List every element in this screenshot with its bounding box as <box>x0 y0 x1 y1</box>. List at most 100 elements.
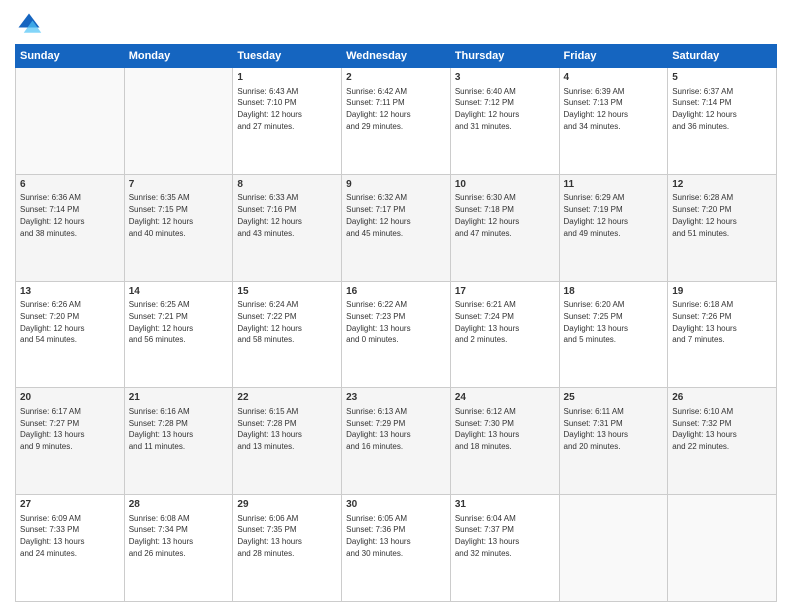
calendar-cell: 13Sunrise: 6:26 AM Sunset: 7:20 PM Dayli… <box>16 281 125 388</box>
calendar-table: SundayMondayTuesdayWednesdayThursdayFrid… <box>15 44 777 602</box>
day-number: 15 <box>237 285 337 299</box>
day-info: Sunrise: 6:16 AM Sunset: 7:28 PM Dayligh… <box>129 407 193 451</box>
header <box>15 10 777 38</box>
calendar-cell <box>16 68 125 175</box>
calendar-cell: 28 Sunrise: 6:08 AM Sunset: 7:34 PM Dayli… <box>124 495 233 602</box>
day-info: Sunrise: 6:13 AM Sunset: 7:29 PM Dayligh… <box>346 407 410 451</box>
day-number: 4 <box>564 71 664 85</box>
calendar-cell: 29Sunrise: 6:06 AM Sunset: 7:35 PM Dayli… <box>233 495 342 602</box>
day-info: Sunrise: 6:21 AM Sunset: 7:24 PM Dayligh… <box>455 300 519 344</box>
day-info: Sunrise: 6:06 AM Sunset: 7:35 PM Dayligh… <box>237 514 301 558</box>
day-number: 10 <box>455 178 555 192</box>
day-info: Sunrise: 6:08 AM Sunset: 7:34 PM Dayligh… <box>129 514 193 558</box>
calendar-cell: 30 Sunrise: 6:05 AM Sunset: 7:36 PM Dayli… <box>342 495 451 602</box>
day-number: 22 <box>237 391 337 405</box>
day-number: 9 <box>346 178 446 192</box>
calendar-row: 6Sunrise: 6:36 AM Sunset: 7:14 PM Daylig… <box>16 174 777 281</box>
calendar-cell: 20 Sunrise: 6:17 AM Sunset: 7:27 PM Dayli… <box>16 388 125 495</box>
weekday-header: Saturday <box>668 45 777 68</box>
weekday-header: Tuesday <box>233 45 342 68</box>
day-info: Sunrise: 6:37 AM Sunset: 7:14 PM Dayligh… <box>672 87 736 131</box>
day-number: 24 <box>455 391 555 405</box>
day-info: Sunrise: 6:33 AM Sunset: 7:16 PM Dayligh… <box>237 193 301 237</box>
day-number: 21 <box>129 391 229 405</box>
calendar-cell: 1 Sunrise: 6:43 AM Sunset: 7:10 PM Daylig… <box>233 68 342 175</box>
day-number: 30 <box>346 498 446 512</box>
day-info: Sunrise: 6:43 AM Sunset: 7:10 PM Dayligh… <box>237 87 301 131</box>
calendar-cell: 26 Sunrise: 6:10 AM Sunset: 7:32 PM Dayli… <box>668 388 777 495</box>
day-info: Sunrise: 6:29 AM Sunset: 7:19 PM Dayligh… <box>564 193 628 237</box>
day-info: Sunrise: 6:11 AM Sunset: 7:31 PM Dayligh… <box>564 407 628 451</box>
calendar-header-row: SundayMondayTuesdayWednesdayThursdayFrid… <box>16 45 777 68</box>
weekday-header: Monday <box>124 45 233 68</box>
day-info: Sunrise: 6:15 AM Sunset: 7:28 PM Dayligh… <box>237 407 301 451</box>
day-info: Sunrise: 6:17 AM Sunset: 7:27 PM Dayligh… <box>20 407 84 451</box>
page: SundayMondayTuesdayWednesdayThursdayFrid… <box>0 0 792 612</box>
day-number: 28 <box>129 498 229 512</box>
calendar-cell: 8Sunrise: 6:33 AM Sunset: 7:16 PM Daylig… <box>233 174 342 281</box>
calendar-cell: 9Sunrise: 6:32 AM Sunset: 7:17 PM Daylig… <box>342 174 451 281</box>
day-info: Sunrise: 6:39 AM Sunset: 7:13 PM Dayligh… <box>564 87 628 131</box>
day-number: 8 <box>237 178 337 192</box>
day-number: 1 <box>237 71 337 85</box>
calendar-cell: 18Sunrise: 6:20 AM Sunset: 7:25 PM Dayli… <box>559 281 668 388</box>
day-number: 12 <box>672 178 772 192</box>
day-info: Sunrise: 6:10 AM Sunset: 7:32 PM Dayligh… <box>672 407 736 451</box>
day-number: 31 <box>455 498 555 512</box>
day-info: Sunrise: 6:05 AM Sunset: 7:36 PM Dayligh… <box>346 514 410 558</box>
day-number: 17 <box>455 285 555 299</box>
day-number: 13 <box>20 285 120 299</box>
calendar-cell: 7Sunrise: 6:35 AM Sunset: 7:15 PM Daylig… <box>124 174 233 281</box>
day-number: 3 <box>455 71 555 85</box>
day-number: 2 <box>346 71 446 85</box>
calendar-cell: 16Sunrise: 6:22 AM Sunset: 7:23 PM Dayli… <box>342 281 451 388</box>
calendar-cell: 24Sunrise: 6:12 AM Sunset: 7:30 PM Dayli… <box>450 388 559 495</box>
day-number: 5 <box>672 71 772 85</box>
calendar-cell: 17Sunrise: 6:21 AM Sunset: 7:24 PM Dayli… <box>450 281 559 388</box>
calendar-cell: 4 Sunrise: 6:39 AM Sunset: 7:13 PM Daylig… <box>559 68 668 175</box>
calendar-cell: 14Sunrise: 6:25 AM Sunset: 7:21 PM Dayli… <box>124 281 233 388</box>
day-info: Sunrise: 6:25 AM Sunset: 7:21 PM Dayligh… <box>129 300 193 344</box>
day-number: 20 <box>20 391 120 405</box>
calendar-cell <box>668 495 777 602</box>
day-info: Sunrise: 6:32 AM Sunset: 7:17 PM Dayligh… <box>346 193 410 237</box>
day-info: Sunrise: 6:04 AM Sunset: 7:37 PM Dayligh… <box>455 514 519 558</box>
weekday-header: Wednesday <box>342 45 451 68</box>
day-number: 25 <box>564 391 664 405</box>
calendar-cell: 2 Sunrise: 6:42 AM Sunset: 7:11 PM Daylig… <box>342 68 451 175</box>
day-number: 6 <box>20 178 120 192</box>
day-info: Sunrise: 6:18 AM Sunset: 7:26 PM Dayligh… <box>672 300 736 344</box>
calendar-cell: 19Sunrise: 6:18 AM Sunset: 7:26 PM Dayli… <box>668 281 777 388</box>
day-number: 14 <box>129 285 229 299</box>
day-info: Sunrise: 6:30 AM Sunset: 7:18 PM Dayligh… <box>455 193 519 237</box>
weekday-header: Thursday <box>450 45 559 68</box>
calendar-row: 1 Sunrise: 6:43 AM Sunset: 7:10 PM Daylig… <box>16 68 777 175</box>
day-info: Sunrise: 6:22 AM Sunset: 7:23 PM Dayligh… <box>346 300 410 344</box>
day-number: 26 <box>672 391 772 405</box>
day-number: 27 <box>20 498 120 512</box>
calendar-row: 20 Sunrise: 6:17 AM Sunset: 7:27 PM Dayli… <box>16 388 777 495</box>
day-info: Sunrise: 6:35 AM Sunset: 7:15 PM Dayligh… <box>129 193 193 237</box>
weekday-header: Friday <box>559 45 668 68</box>
day-info: Sunrise: 6:40 AM Sunset: 7:12 PM Dayligh… <box>455 87 519 131</box>
day-info: Sunrise: 6:20 AM Sunset: 7:25 PM Dayligh… <box>564 300 628 344</box>
day-number: 16 <box>346 285 446 299</box>
day-info: Sunrise: 6:42 AM Sunset: 7:11 PM Dayligh… <box>346 87 410 131</box>
day-number: 7 <box>129 178 229 192</box>
logo-icon <box>15 10 43 38</box>
calendar-cell: 6Sunrise: 6:36 AM Sunset: 7:14 PM Daylig… <box>16 174 125 281</box>
calendar-cell: 22 Sunrise: 6:15 AM Sunset: 7:28 PM Dayli… <box>233 388 342 495</box>
calendar-cell: 27 Sunrise: 6:09 AM Sunset: 7:33 PM Dayli… <box>16 495 125 602</box>
day-info: Sunrise: 6:09 AM Sunset: 7:33 PM Dayligh… <box>20 514 84 558</box>
calendar-row: 27 Sunrise: 6:09 AM Sunset: 7:33 PM Dayli… <box>16 495 777 602</box>
day-number: 11 <box>564 178 664 192</box>
calendar-cell <box>124 68 233 175</box>
calendar-cell: 25 Sunrise: 6:11 AM Sunset: 7:31 PM Dayli… <box>559 388 668 495</box>
calendar-cell: 5 Sunrise: 6:37 AM Sunset: 7:14 PM Daylig… <box>668 68 777 175</box>
calendar-row: 13Sunrise: 6:26 AM Sunset: 7:20 PM Dayli… <box>16 281 777 388</box>
weekday-header: Sunday <box>16 45 125 68</box>
calendar-cell: 10Sunrise: 6:30 AM Sunset: 7:18 PM Dayli… <box>450 174 559 281</box>
day-info: Sunrise: 6:28 AM Sunset: 7:20 PM Dayligh… <box>672 193 736 237</box>
calendar-cell: 31 Sunrise: 6:04 AM Sunset: 7:37 PM Dayli… <box>450 495 559 602</box>
calendar-cell: 21 Sunrise: 6:16 AM Sunset: 7:28 PM Dayli… <box>124 388 233 495</box>
